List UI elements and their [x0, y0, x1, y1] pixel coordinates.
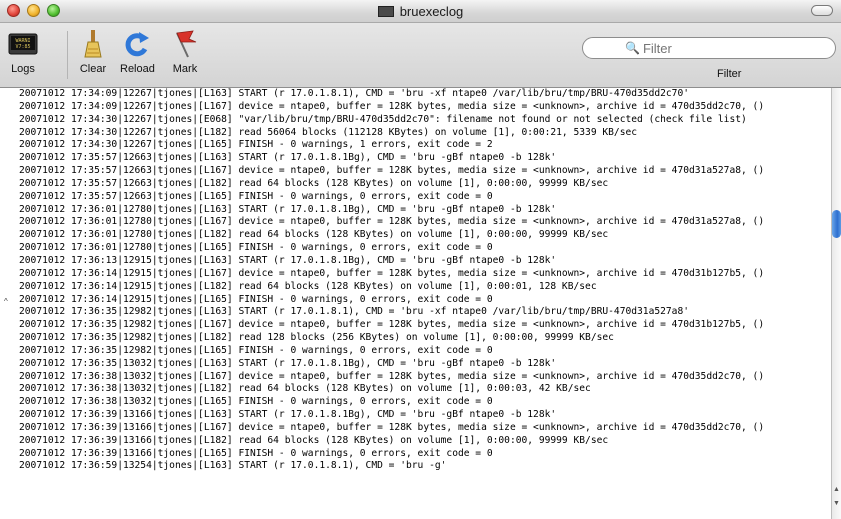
scroll-up-arrow-icon[interactable]: ▲ [833, 486, 840, 493]
log-line: 20071012 17:34:30|12267|tjones|[E068] "v… [19, 113, 747, 125]
logs-label: Logs [11, 63, 35, 75]
reload-icon [122, 29, 152, 59]
log-line: 20071012 17:36:01|12780|tjones|[L165] FI… [19, 242, 493, 254]
toolbar-toggle-button[interactable] [811, 5, 833, 16]
console-icon [377, 5, 394, 17]
vertical-scrollbar[interactable]: ▲ ▼ [831, 88, 841, 519]
log-line: 20071012 17:36:35|12982|tjones|[L163] ST… [19, 306, 690, 318]
reload-button[interactable]: Reload [120, 29, 155, 75]
logs-button[interactable]: WARNI V7:85 Logs [8, 29, 38, 75]
scrollbar-thumb[interactable] [832, 210, 841, 238]
log-line: 20071012 17:35:57|12663|tjones|[L182] re… [19, 177, 609, 189]
log-line: 20071012 17:36:35|12982|tjones|[L182] re… [19, 332, 614, 344]
mark-button[interactable]: Mark [170, 29, 200, 75]
toolbar: WARNI V7:85 Logs Clear Reload Mark 🔍 Fil… [0, 23, 841, 88]
broom-icon [78, 29, 108, 59]
log-line: 20071012 17:36:35|13032|tjones|[L163] ST… [19, 357, 557, 369]
log-line: 20071012 17:36:01|12780|tjones|[L182] re… [19, 229, 609, 241]
log-line: 20071012 17:35:57|12663|tjones|[L165] FI… [19, 190, 493, 202]
log-line: 20071012 17:36:39|13166|tjones|[L163] ST… [19, 409, 557, 421]
flag-icon [170, 29, 200, 59]
log-line: 20071012 17:36:35|12982|tjones|[L167] de… [19, 319, 765, 331]
log-line: 20071012 17:36:38|13032|tjones|[L167] de… [19, 370, 765, 382]
clear-label: Clear [79, 63, 107, 75]
log-line: 20071012 17:35:57|12663|tjones|[L163] ST… [19, 152, 557, 164]
log-line: 20071012 17:36:13|12915|tjones|[L163] ST… [19, 254, 557, 266]
log-line: 20071012 17:34:30|12267|tjones|[L182] re… [19, 126, 638, 138]
search-icon: 🔍 [625, 41, 640, 55]
window-title-group: bruexeclog [0, 0, 841, 22]
clear-button[interactable]: Clear [78, 29, 108, 75]
log-line: 20071012 17:36:38|13032|tjones|[L182] re… [19, 383, 591, 395]
reload-label: Reload [120, 63, 155, 75]
scroll-down-arrow-icon[interactable]: ▼ [833, 500, 840, 507]
gutter-marker-icon: ^ [4, 297, 8, 306]
log-line: 20071012 17:36:01|12780|tjones|[L167] de… [19, 216, 765, 228]
title-bar[interactable]: bruexeclog [0, 0, 841, 23]
log-line: 20071012 17:36:59|13254|tjones|[L163] ST… [19, 460, 447, 472]
log-line: 20071012 17:36:14|12915|tjones|[L182] re… [19, 280, 597, 292]
log-line: 20071012 17:36:14|12915|tjones|[L165] FI… [19, 293, 493, 305]
log-line: 20071012 17:34:09|12267|tjones|[L163] ST… [19, 88, 690, 99]
filter-label: Filter [717, 68, 742, 80]
log-line: 20071012 17:36:01|12780|tjones|[L163] ST… [19, 203, 557, 215]
log-line: 20071012 17:36:39|13166|tjones|[L182] re… [19, 434, 609, 446]
log-line: 20071012 17:36:35|12982|tjones|[L165] FI… [19, 344, 493, 356]
log-line: 20071012 17:34:09|12267|tjones|[L167] de… [19, 100, 765, 112]
filter-input[interactable] [642, 40, 823, 56]
log-line: 20071012 17:35:57|12663|tjones|[L167] de… [19, 165, 765, 177]
log-line: 20071012 17:36:39|13166|tjones|[L167] de… [19, 421, 765, 433]
app-window: bruexeclog WARNI V7:85 Logs Clear Reload… [0, 0, 841, 519]
log-line: 20071012 17:36:38|13032|tjones|[L165] FI… [19, 396, 493, 408]
mark-label: Mark [172, 63, 198, 75]
svg-text:V7:85: V7:85 [15, 44, 30, 50]
log-line: 20071012 17:36:39|13166|tjones|[L165] FI… [19, 447, 493, 459]
filter-search-field[interactable]: 🔍 [582, 37, 836, 59]
log-text-view[interactable]: 20071012 17:34:09|12267|tjones|[L163] ST… [0, 88, 831, 519]
logs-icon: WARNI V7:85 [8, 29, 38, 59]
toolbar-separator [67, 31, 68, 79]
log-line: 20071012 17:34:30|12267|tjones|[L165] FI… [19, 139, 493, 151]
log-line: 20071012 17:36:14|12915|tjones|[L167] de… [19, 267, 765, 279]
window-title: bruexeclog [399, 3, 464, 19]
